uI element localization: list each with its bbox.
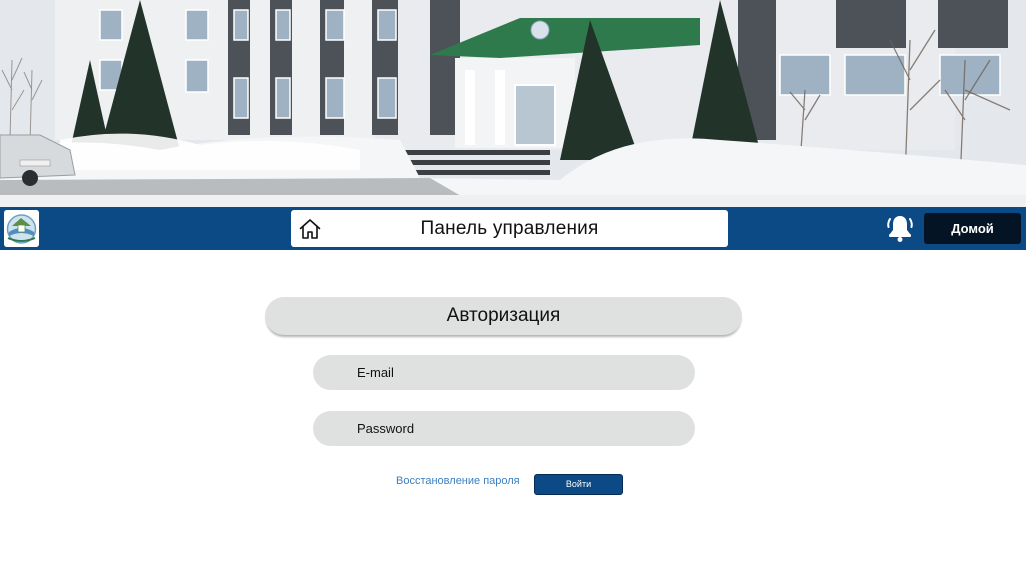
emblem-icon: [4, 210, 39, 247]
bell-icon[interactable]: [886, 213, 914, 243]
home-button[interactable]: Домой: [924, 213, 1021, 244]
password-field[interactable]: [313, 411, 695, 446]
login-button[interactable]: Войти: [534, 474, 623, 495]
auth-title: Авторизация: [265, 297, 742, 335]
banner-photo: [0, 0, 1026, 207]
page-title: Панель управления: [420, 218, 599, 239]
panel-title-bar: Панель управления: [291, 210, 728, 247]
email-field[interactable]: [313, 355, 695, 390]
administration-building-winter-photo: [0, 0, 1026, 207]
municipal-emblem-logo[interactable]: [4, 210, 39, 247]
password-recovery-link[interactable]: Восстановление пароля: [396, 475, 520, 487]
top-navbar: Панель управления Домой: [0, 207, 1026, 250]
